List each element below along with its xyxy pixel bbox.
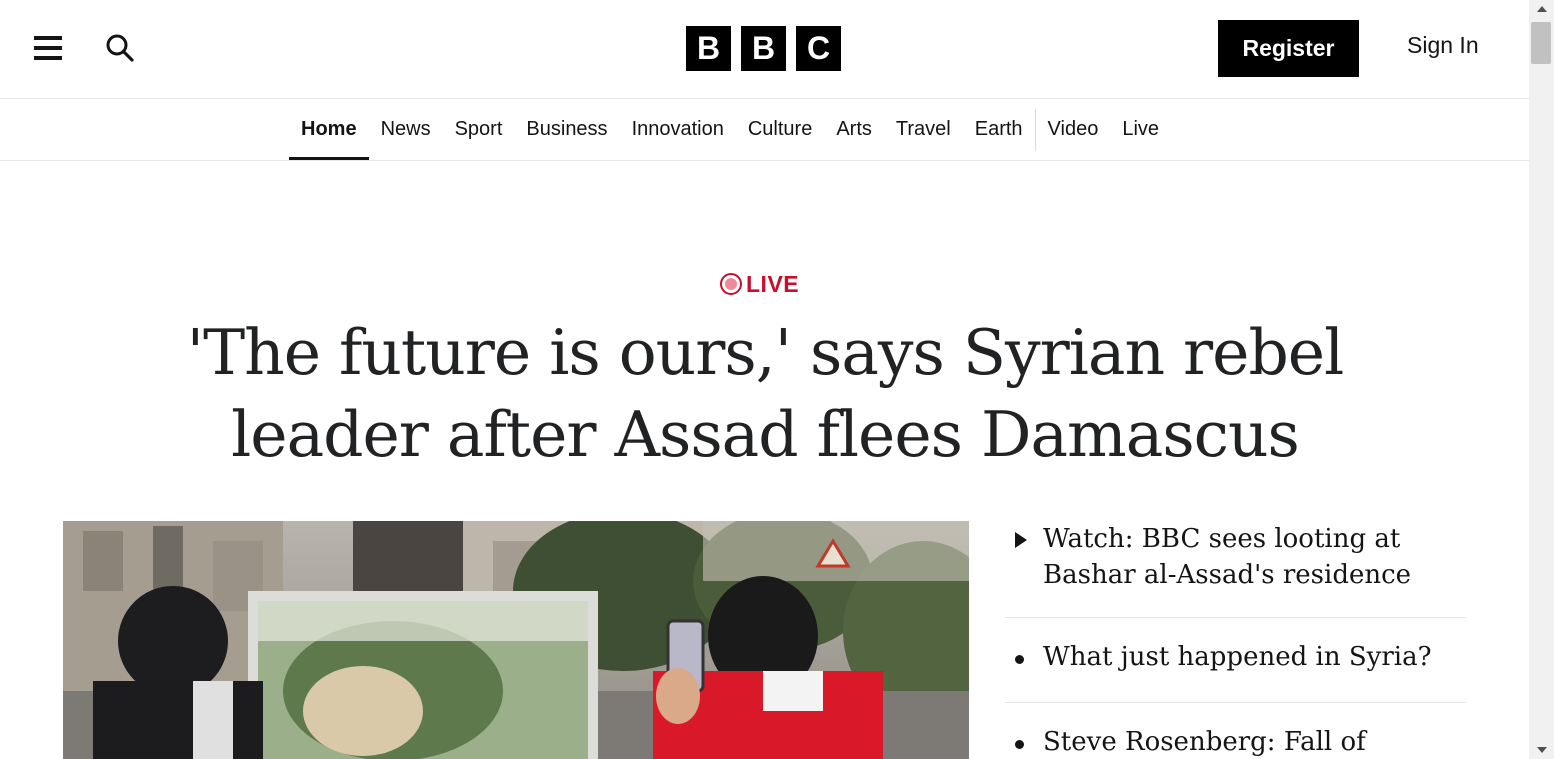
bbc-homepage: B B C Register Sign In Home News Sport B… — [0, 0, 1529, 759]
logo-letter: B — [741, 26, 786, 71]
nav-item-earth[interactable]: Earth — [963, 99, 1035, 160]
related-link-text[interactable]: Watch: BBC sees looting at Bashar al-Ass… — [1043, 521, 1466, 593]
related-link-text[interactable]: Steve Rosenberg: Fall of — [1043, 724, 1366, 759]
bullet-icon — [1015, 740, 1024, 749]
bbc-logo[interactable]: B B C — [686, 26, 841, 71]
bullet-icon — [1015, 655, 1024, 664]
nav-item-travel[interactable]: Travel — [884, 99, 963, 160]
related-link-item[interactable]: Watch: BBC sees looting at Bashar al-Ass… — [1005, 521, 1466, 618]
scrollbar-thumb[interactable] — [1531, 22, 1551, 64]
nav-item-video[interactable]: Video — [1036, 99, 1111, 160]
nav-item-innovation[interactable]: Innovation — [620, 99, 736, 160]
hamburger-menu-icon[interactable] — [34, 34, 62, 62]
logo-letter: B — [686, 26, 731, 71]
nav-item-news[interactable]: News — [369, 99, 443, 160]
related-link-item[interactable]: Steve Rosenberg: Fall of — [1005, 703, 1466, 759]
nav-item-live[interactable]: Live — [1110, 99, 1171, 160]
related-link-item[interactable]: What just happened in Syria? — [1005, 618, 1466, 703]
play-icon — [1015, 532, 1027, 548]
lead-headline[interactable]: 'The future is ours,' says Syrian rebel … — [100, 312, 1430, 476]
related-link-text[interactable]: What just happened in Syria? — [1043, 639, 1432, 675]
logo-letter: C — [796, 26, 841, 71]
nav-item-culture[interactable]: Culture — [736, 99, 824, 160]
live-icon — [720, 273, 742, 295]
nav-item-business[interactable]: Business — [514, 99, 619, 160]
vertical-scrollbar[interactable] — [1529, 0, 1554, 759]
related-links: Watch: BBC sees looting at Bashar al-Ass… — [1005, 521, 1466, 759]
lead-story-image[interactable] — [63, 521, 969, 759]
site-header: B B C Register Sign In — [0, 0, 1529, 99]
main-nav: Home News Sport Business Innovation Cult… — [0, 99, 1529, 161]
nav-item-arts[interactable]: Arts — [824, 99, 884, 160]
nav-item-sport[interactable]: Sport — [443, 99, 515, 160]
nav-item-home[interactable]: Home — [289, 99, 369, 160]
sign-in-link[interactable]: Sign In — [1407, 32, 1479, 59]
scroll-down-arrow-icon[interactable] — [1529, 741, 1554, 759]
nav-items: Home News Sport Business Innovation Cult… — [289, 99, 1171, 160]
register-button[interactable]: Register — [1218, 20, 1359, 77]
live-label: LIVE — [746, 270, 800, 297]
search-icon[interactable] — [105, 33, 135, 63]
live-indicator: LIVE — [720, 270, 799, 298]
scroll-up-arrow-icon[interactable] — [1529, 0, 1554, 18]
